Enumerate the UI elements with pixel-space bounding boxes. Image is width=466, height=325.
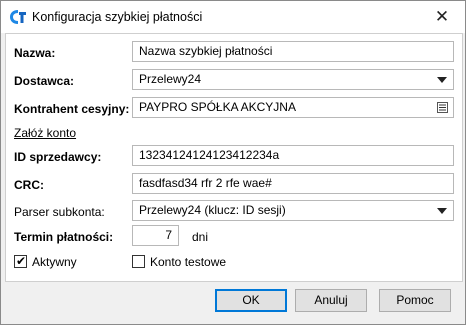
create-account-link[interactable]: Załóż konto	[14, 126, 76, 140]
crc-label: CRC:	[14, 178, 44, 192]
help-button[interactable]: Pomoc	[379, 289, 451, 312]
title-bar: Konfiguracja szybkiej płatności ✕	[1, 1, 465, 33]
subaccount-parser-select[interactable]: Przelewy24 (klucz: ID sesji)	[132, 200, 454, 221]
provider-value: Przelewy24	[139, 72, 202, 86]
name-label: Nazwa:	[14, 46, 56, 60]
provider-label: Dostawca:	[14, 74, 75, 88]
cessionary-value: PAYPRO SPÓŁKA AKCYJNA	[139, 100, 296, 114]
crc-input[interactable]: fasdfasd34 rfr 2 rfe wae#	[132, 173, 454, 194]
payment-term-input[interactable]: 7	[132, 225, 179, 246]
cessionary-label: Kontrahent cesyjny:	[14, 102, 130, 116]
chevron-down-icon	[437, 77, 447, 83]
dialog-window: Konfiguracja szybkiej płatności ✕ Nazwa:…	[0, 0, 466, 325]
cessionary-field[interactable]: PAYPRO SPÓŁKA AKCYJNA	[132, 97, 454, 118]
window-title: Konfiguracja szybkiej płatności	[32, 10, 203, 24]
subaccount-parser-label: Parser subkonta:	[14, 205, 105, 219]
merchant-id-label: ID sprzedawcy:	[14, 150, 102, 164]
active-checkbox[interactable]: ✔	[14, 254, 27, 268]
ok-button[interactable]: OK	[215, 289, 287, 312]
payment-term-unit: dni	[192, 230, 209, 244]
app-logo-icon	[10, 10, 26, 24]
chevron-down-icon	[437, 208, 447, 214]
close-icon[interactable]: ✕	[431, 6, 453, 28]
form-panel: Nazwa: Nazwa szybkiej płatności Dostawca…	[5, 33, 463, 282]
test-account-checkbox[interactable]	[132, 255, 145, 268]
cancel-button[interactable]: Anuluj	[295, 289, 367, 312]
test-account-label: Konto testowe	[150, 255, 227, 269]
provider-select[interactable]: Przelewy24	[132, 69, 454, 90]
subaccount-parser-value: Przelewy24 (klucz: ID sesji)	[139, 203, 286, 217]
name-input[interactable]: Nazwa szybkiej płatności	[132, 41, 454, 62]
list-picker-icon[interactable]	[437, 102, 448, 113]
checkmark-icon: ✔	[16, 254, 27, 268]
payment-term-label: Termin płatności:	[14, 230, 114, 244]
active-label: Aktywny	[32, 255, 77, 269]
merchant-id-input[interactable]: 13234124124123412234a	[132, 145, 454, 166]
